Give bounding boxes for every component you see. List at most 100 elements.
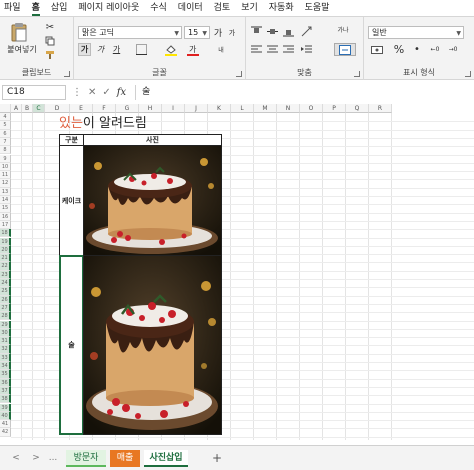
column-header-P[interactable]: P bbox=[323, 104, 346, 113]
row-header-39[interactable]: 39 bbox=[0, 403, 11, 412]
row-header-41[interactable]: 41 bbox=[0, 420, 11, 429]
align-left-icon[interactable] bbox=[250, 43, 263, 56]
column-header-A[interactable]: A bbox=[11, 104, 22, 113]
borders-icon[interactable] bbox=[134, 43, 148, 56]
row-header-27[interactable]: 27 bbox=[0, 303, 11, 313]
font-color-icon[interactable]: 가 bbox=[186, 43, 200, 56]
column-header-I[interactable]: I bbox=[162, 104, 185, 113]
row-header-20[interactable]: 20 bbox=[0, 245, 11, 255]
column-header-N[interactable]: N bbox=[277, 104, 300, 113]
row-header-26[interactable]: 26 bbox=[0, 295, 11, 304]
row-header-10[interactable]: 10 bbox=[0, 162, 11, 172]
percent-button[interactable]: % bbox=[392, 42, 406, 56]
row-header-31[interactable]: 31 bbox=[0, 337, 11, 346]
menu-automate[interactable]: 자동화 bbox=[269, 2, 294, 16]
underline-button[interactable]: 가 bbox=[110, 43, 123, 56]
row-header-23[interactable]: 23 bbox=[0, 270, 11, 279]
more-sheets-icon[interactable]: ... bbox=[46, 450, 60, 467]
fx-icon[interactable]: fx bbox=[117, 87, 126, 98]
row-header-40[interactable]: 40 bbox=[0, 411, 11, 421]
bold-button[interactable]: 가 bbox=[78, 43, 91, 56]
merge-center-icon[interactable] bbox=[334, 43, 356, 56]
orientation-icon[interactable] bbox=[300, 25, 313, 38]
align-middle-icon[interactable] bbox=[266, 25, 279, 38]
row-header-9[interactable]: 9 bbox=[0, 154, 11, 163]
number-launcher-icon[interactable] bbox=[465, 71, 471, 77]
paste-icon[interactable] bbox=[8, 21, 30, 43]
row-header-32[interactable]: 32 bbox=[0, 345, 11, 354]
more-options-icon[interactable]: ⋮ bbox=[72, 87, 82, 98]
row-header-19[interactable]: 19 bbox=[0, 237, 11, 246]
enter-icon[interactable]: ✓ bbox=[102, 87, 110, 98]
menu-review[interactable]: 검토 bbox=[214, 2, 231, 16]
row-header-5[interactable]: 5 bbox=[0, 121, 11, 130]
shrink-font-button[interactable]: 가 bbox=[226, 26, 238, 39]
row-header-7[interactable]: 7 bbox=[0, 137, 11, 147]
cut-icon[interactable]: ✂ bbox=[44, 21, 56, 33]
row-header-33[interactable]: 33 bbox=[0, 353, 11, 362]
menu-file[interactable]: 파일 bbox=[4, 2, 21, 16]
row-header-22[interactable]: 22 bbox=[0, 262, 11, 271]
row-header-42[interactable]: 42 bbox=[0, 428, 11, 437]
menu-home[interactable]: 홈 bbox=[31, 2, 40, 16]
row-header-34[interactable]: 34 bbox=[0, 362, 11, 371]
comma-icon[interactable]: • bbox=[410, 43, 424, 56]
menu-insert[interactable]: 삽입 bbox=[51, 2, 68, 16]
row-header-38[interactable]: 38 bbox=[0, 395, 11, 404]
formula-input[interactable]: 술 bbox=[135, 85, 474, 100]
column-header-C[interactable]: C bbox=[33, 104, 45, 113]
align-top-icon[interactable] bbox=[250, 25, 263, 38]
cake-photo-cell[interactable] bbox=[83, 145, 222, 256]
align-right-icon[interactable] bbox=[282, 43, 295, 56]
column-header-R[interactable]: R bbox=[369, 104, 392, 113]
row-header-12[interactable]: 12 bbox=[0, 179, 11, 188]
column-header-L[interactable]: L bbox=[231, 104, 254, 113]
row-header-16[interactable]: 16 bbox=[0, 212, 11, 221]
font-name-select[interactable]: 맑은 고딕 ▼ bbox=[78, 26, 182, 39]
menu-help[interactable]: 도움말 bbox=[305, 2, 330, 16]
copy-icon[interactable] bbox=[44, 35, 56, 47]
decrease-decimal-icon[interactable]: →0 bbox=[446, 43, 460, 56]
column-header-J[interactable]: J bbox=[185, 104, 208, 113]
grow-font-button[interactable]: 가 bbox=[212, 26, 224, 39]
tab-insert-photo[interactable]: 사진삽입 bbox=[144, 450, 188, 467]
row-header-15[interactable]: 15 bbox=[0, 204, 11, 213]
alignment-launcher-icon[interactable] bbox=[354, 71, 360, 77]
phonetic-icon[interactable]: 내 bbox=[214, 43, 228, 56]
row-header-8[interactable]: 8 bbox=[0, 146, 11, 155]
row-header-11[interactable]: 11 bbox=[0, 171, 11, 180]
column-header-M[interactable]: M bbox=[254, 104, 277, 113]
prev-sheet-icon[interactable]: < bbox=[10, 450, 22, 467]
row-header-28[interactable]: 28 bbox=[0, 312, 11, 321]
align-center-icon[interactable] bbox=[266, 43, 279, 56]
worksheet-grid[interactable]: A B C D E F G H I J K L M N O P Q R 4 5 6 7 8 9 10 11 12 13 14 15 16 17… bbox=[0, 104, 474, 440]
wrap-text-button[interactable]: 가나 bbox=[332, 21, 354, 39]
row-header-36[interactable]: 36 bbox=[0, 378, 11, 387]
indent-icon[interactable] bbox=[300, 43, 313, 56]
clipboard-launcher-icon[interactable] bbox=[64, 71, 70, 77]
drink-photo-image[interactable] bbox=[84, 256, 221, 434]
row-header-13[interactable]: 13 bbox=[0, 187, 11, 196]
cancel-icon[interactable]: ✕ bbox=[88, 87, 96, 98]
number-format-select[interactable]: 일반 ▼ bbox=[368, 26, 464, 39]
row-header-4[interactable]: 4 bbox=[0, 113, 11, 122]
row-header-30[interactable]: 30 bbox=[0, 328, 11, 338]
select-all-corner[interactable] bbox=[0, 104, 11, 113]
row-header-18[interactable]: 18 bbox=[0, 229, 11, 238]
row-header-25[interactable]: 25 bbox=[0, 287, 11, 296]
menu-formulas[interactable]: 수식 bbox=[150, 2, 167, 16]
drink-photo-cell[interactable] bbox=[83, 255, 222, 435]
paste-button-label[interactable]: 붙여넣기 bbox=[2, 44, 42, 54]
row-header-24[interactable]: 24 bbox=[0, 279, 11, 288]
fill-color-icon[interactable] bbox=[164, 43, 178, 56]
row-header-29[interactable]: 29 bbox=[0, 320, 11, 329]
menu-page-layout[interactable]: 페이지 레이아웃 bbox=[78, 2, 139, 16]
column-header-K[interactable]: K bbox=[208, 104, 231, 113]
row-header-35[interactable]: 35 bbox=[0, 370, 11, 379]
cake-label-cell[interactable]: 케이크 bbox=[59, 145, 84, 256]
row-header-14[interactable]: 14 bbox=[0, 196, 11, 205]
column-header-O[interactable]: O bbox=[300, 104, 323, 113]
italic-button[interactable]: 가 bbox=[94, 43, 107, 56]
add-sheet-button[interactable]: + bbox=[210, 450, 224, 467]
format-painter-icon[interactable] bbox=[44, 49, 56, 61]
